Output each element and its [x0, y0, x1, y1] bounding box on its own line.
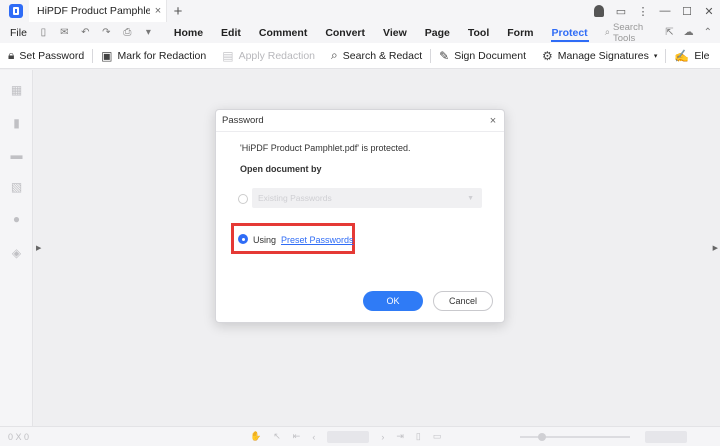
- status-bar: 0 X 0 ✋ ↖ ⇤ ‹ › ⇥ ▯ ▭: [0, 426, 720, 446]
- open-document-by-label: Open document by: [240, 164, 322, 174]
- close-icon[interactable]: ✕: [698, 5, 720, 18]
- protected-message: 'HiPDF Product Pamphlet.pdf' is protecte…: [240, 143, 411, 153]
- zoom-level-input[interactable]: [645, 431, 687, 443]
- print-icon[interactable]: ⎙: [121, 27, 134, 38]
- document-tab-label: HiPDF Product Pamphlet.pdf: [37, 5, 150, 17]
- using-label: Using: [253, 235, 277, 245]
- menu-page[interactable]: Page: [416, 22, 459, 43]
- electronic-signature-button[interactable]: ✍ Ele: [666, 49, 717, 63]
- electronic-signature-label: Ele: [694, 49, 710, 62]
- electronic-signature-icon: ✍: [674, 48, 690, 63]
- redo-icon[interactable]: ↷: [100, 27, 113, 38]
- chevron-down-icon: ▼: [467, 194, 474, 202]
- new-tab-button[interactable]: +: [167, 3, 189, 20]
- sign-icon: ✎: [439, 48, 450, 63]
- lock-icon: 🔒︎: [8, 48, 15, 62]
- search-redact-icon: ⌕: [331, 48, 338, 62]
- manage-signatures-button[interactable]: ⚙ Manage Signatures ▾: [534, 49, 665, 63]
- layers-icon[interactable]: ◈: [10, 247, 23, 259]
- password-dialog: Password × 'HiPDF Product Pamphlet.pdf' …: [215, 109, 505, 323]
- maximize-icon[interactable]: ☐: [676, 5, 698, 18]
- existing-password-select[interactable]: Existing Passwords ▼: [252, 188, 482, 208]
- first-page-icon[interactable]: ⇤: [293, 431, 301, 442]
- search-redact-label: Search & Redact: [342, 49, 423, 62]
- search-redact-button[interactable]: ⌕ Search & Redact: [323, 48, 430, 63]
- minimize-icon[interactable]: —: [654, 5, 676, 17]
- more-options-icon[interactable]: ⋮: [632, 5, 654, 18]
- apply-redaction-button[interactable]: ▤ Apply Redaction: [214, 49, 323, 63]
- menu-bar: File ▯ ✉ ↶ ↷ ⎙ ▾ Home Edit Comment Conve…: [0, 22, 720, 44]
- page-number-input[interactable]: [327, 430, 370, 443]
- next-page-icon[interactable]: ›: [381, 432, 384, 442]
- document-tab[interactable]: HiPDF Product Pamphlet.pdf ×: [29, 0, 167, 22]
- single-page-view-icon[interactable]: ▯: [416, 431, 421, 442]
- ok-button[interactable]: OK: [363, 291, 423, 311]
- comments-icon[interactable]: ▬: [10, 149, 23, 161]
- user-avatar[interactable]: [594, 5, 604, 17]
- menu-tool[interactable]: Tool: [459, 22, 498, 43]
- protect-ribbon: 🔒︎ Set Password ▣ Mark for Redaction ▤ A…: [0, 43, 720, 69]
- menu-home[interactable]: Home: [165, 22, 212, 43]
- sign-document-button[interactable]: ✎ Sign Document: [431, 49, 534, 63]
- preset-passwords-link[interactable]: Preset Passwords: [281, 235, 354, 245]
- dialog-close-icon[interactable]: ×: [482, 115, 504, 127]
- search-tools-label: Search Tools: [613, 21, 644, 44]
- search-tools[interactable]: ⌕ Search Tools: [605, 22, 666, 44]
- dialog-header: Password ×: [216, 110, 504, 132]
- mark-for-redaction-label: Mark for Redaction: [117, 49, 207, 62]
- chevron-down-icon: ▾: [653, 52, 658, 60]
- fit-width-icon[interactable]: ▭: [433, 431, 442, 442]
- menu-edit[interactable]: Edit: [212, 22, 250, 43]
- menu-convert[interactable]: Convert: [316, 22, 374, 43]
- existing-password-value: Existing Passwords: [258, 193, 332, 203]
- collapse-ribbon-icon[interactable]: ⌃: [704, 27, 712, 38]
- dialog-title: Password: [222, 115, 264, 126]
- search-tools-icon: ⌕: [604, 27, 611, 38]
- manage-signatures-label: Manage Signatures: [557, 49, 649, 62]
- thumbnails-icon[interactable]: ▦: [10, 84, 23, 96]
- hand-tool-icon[interactable]: ✋: [250, 431, 261, 442]
- sign-document-label: Sign Document: [454, 49, 527, 62]
- search-panel-icon[interactable]: ●: [10, 213, 23, 225]
- menu-form[interactable]: Form: [498, 22, 542, 43]
- quick-access-toolbar: ▯ ✉ ↶ ↷ ⎙ ▾: [37, 27, 155, 38]
- left-sidebar: ▦ ▮ ▬ ▧ ● ◈: [0, 70, 33, 426]
- mail-icon[interactable]: ✉: [58, 27, 71, 38]
- expand-right-panel-icon[interactable]: ▶: [713, 244, 718, 252]
- customize-dropdown-icon[interactable]: ▾: [142, 27, 155, 38]
- using-preset-radio[interactable]: [238, 234, 248, 244]
- feedback-icon[interactable]: ▭: [610, 5, 632, 18]
- attachments-icon[interactable]: ▧: [10, 181, 23, 193]
- set-password-button[interactable]: 🔒︎ Set Password: [0, 48, 92, 63]
- menu-view[interactable]: View: [374, 22, 416, 43]
- set-password-label: Set Password: [19, 49, 85, 62]
- tab-close-icon[interactable]: ×: [150, 5, 166, 17]
- cancel-button[interactable]: Cancel: [433, 291, 493, 311]
- menu-file[interactable]: File: [10, 27, 37, 39]
- existing-password-radio[interactable]: [238, 194, 248, 204]
- select-tool-icon[interactable]: ↖: [273, 431, 281, 442]
- mark-for-redaction-button[interactable]: ▣ Mark for Redaction: [93, 49, 214, 63]
- share-icon[interactable]: ⇱: [665, 27, 673, 38]
- manage-signatures-icon: ⚙: [542, 48, 553, 63]
- last-page-icon[interactable]: ⇥: [396, 431, 404, 442]
- title-bar: HiPDF Product Pamphlet.pdf × + ▭ ⋮ — ☐ ✕: [0, 0, 720, 22]
- zoom-slider[interactable]: [520, 433, 630, 441]
- undo-icon[interactable]: ↶: [79, 27, 92, 38]
- page-dimensions: 0 X 0: [8, 431, 30, 442]
- menu-comment[interactable]: Comment: [250, 22, 316, 43]
- redaction-mark-icon: ▣: [101, 48, 113, 63]
- menu-protect[interactable]: Protect: [543, 22, 597, 43]
- apply-redaction-label: Apply Redaction: [238, 49, 316, 62]
- bookmark-icon[interactable]: ▮: [10, 117, 23, 129]
- expand-sidebar-icon[interactable]: ▶: [36, 244, 41, 252]
- save-icon[interactable]: ▯: [37, 27, 50, 38]
- cloud-upload-icon[interactable]: ☁: [684, 27, 694, 38]
- app-logo-icon: [9, 4, 23, 18]
- prev-page-icon[interactable]: ‹: [312, 432, 315, 442]
- apply-redaction-icon: ▤: [222, 48, 234, 63]
